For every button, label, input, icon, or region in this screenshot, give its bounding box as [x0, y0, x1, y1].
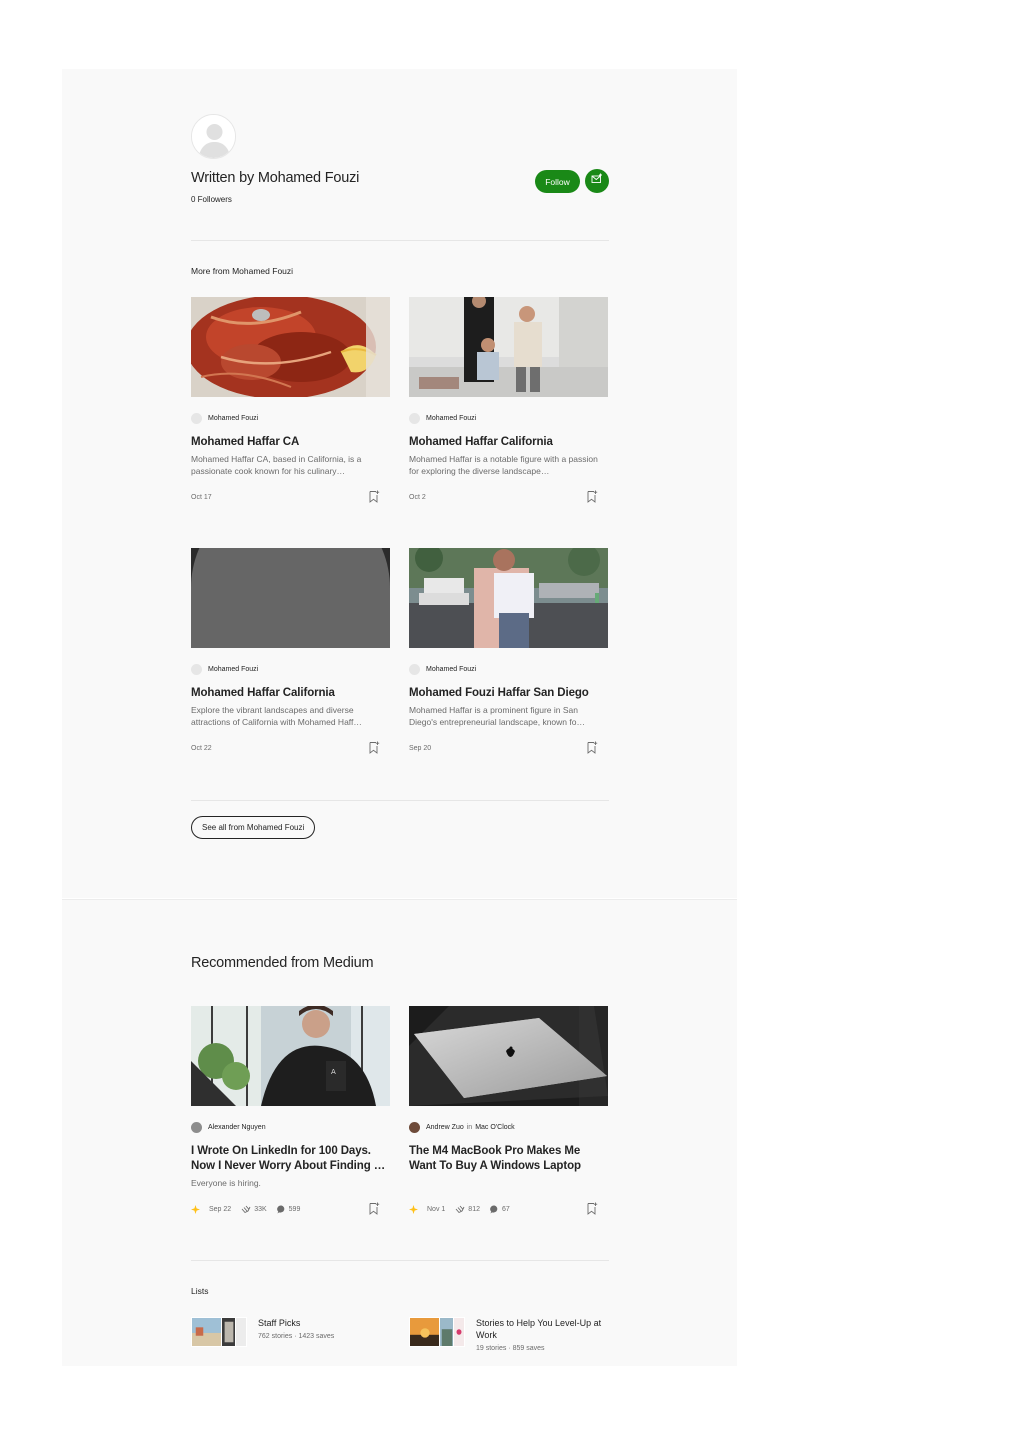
- follow-button[interactable]: Follow: [535, 170, 580, 193]
- recommended-section: Recommended from Medium A Alexander Nguy…: [62, 899, 737, 1366]
- member-star-icon: [191, 1204, 200, 1214]
- clap-icon: [455, 1205, 468, 1214]
- member-star-icon: [409, 1204, 418, 1214]
- story-thumbnail[interactable]: [409, 548, 608, 648]
- avatar[interactable]: [409, 412, 420, 424]
- list-stories-count: 762 stories: [258, 1333, 293, 1340]
- story-subtitle[interactable]: Mohamed Haffar is a notable figure with …: [409, 453, 608, 477]
- story-thumbnail[interactable]: [191, 548, 390, 648]
- story-subtitle[interactable]: Mohamed Haffar is a prominent figure in …: [409, 704, 608, 728]
- response-icon: [490, 1204, 502, 1214]
- list-title[interactable]: Stories to Help You Level-Up at Work: [476, 1317, 606, 1341]
- story-card[interactable]: Andrew Zuo in Mac O'Clock The M4 MacBook…: [409, 1006, 608, 1215]
- avatar[interactable]: [409, 663, 420, 675]
- clap-icon: [241, 1205, 254, 1214]
- recommended-heading: Recommended from Medium: [191, 955, 374, 971]
- story-thumbnail[interactable]: [191, 297, 390, 397]
- bookmark-icon[interactable]: [586, 741, 598, 754]
- story-title[interactable]: Mohamed Fouzi Haffar San Diego: [409, 686, 608, 701]
- story-date: Sep 22: [209, 1205, 232, 1213]
- author-avatar[interactable]: [191, 114, 236, 159]
- list-saves-count: 1423 saves: [298, 1333, 335, 1340]
- bookmark-icon[interactable]: [586, 1202, 598, 1215]
- story-card[interactable]: Mohamed Fouzi Mohamed Haffar CA Mohamed …: [191, 297, 390, 503]
- see-all-button[interactable]: See all from Mohamed Fouzi: [191, 816, 316, 839]
- author-followers-count[interactable]: 0 Followers: [191, 195, 232, 204]
- story-thumbnail[interactable]: A: [191, 1006, 390, 1106]
- story-title[interactable]: Mohamed Haffar CA: [191, 435, 390, 450]
- avatar[interactable]: [191, 412, 202, 424]
- story-subtitle[interactable]: Everyone is hiring.: [191, 1177, 390, 1189]
- list-saves-count: 859 saves: [512, 1345, 545, 1352]
- story-date: Oct 17: [191, 493, 212, 501]
- bookmark-icon[interactable]: [368, 741, 380, 754]
- claps-count[interactable]: 812: [455, 1205, 480, 1214]
- story-subtitle[interactable]: [409, 1177, 608, 1189]
- list-stories-count: 19 stories: [476, 1345, 507, 1352]
- author-written-by[interactable]: Written by Mohamed Fouzi: [191, 170, 359, 186]
- avatar[interactable]: [191, 663, 202, 675]
- story-author[interactable]: Alexander Nguyen: [208, 1124, 266, 1131]
- avatar[interactable]: [409, 1121, 420, 1133]
- story-author[interactable]: Mohamed Fouzi: [208, 415, 258, 422]
- subscribe-mail-icon: [591, 172, 603, 190]
- story-author[interactable]: Mohamed Fouzi: [208, 666, 258, 673]
- author-section: Written by Mohamed Fouzi 0 Followers Fol…: [62, 69, 737, 898]
- story-title[interactable]: Mohamed Haffar California: [191, 686, 390, 701]
- list-thumbnails[interactable]: [191, 1317, 247, 1347]
- claps-value: 812: [468, 1205, 480, 1213]
- list-thumbnails[interactable]: [409, 1317, 465, 1347]
- story-card[interactable]: Mohamed Fouzi Mohamed Fouzi Haffar San D…: [409, 548, 608, 754]
- claps-count[interactable]: 33K: [241, 1205, 267, 1214]
- story-author[interactable]: Andrew Zuo: [426, 1124, 464, 1131]
- story-card[interactable]: A Alexander Nguyen I Wrote On LinkedIn f…: [191, 1006, 390, 1215]
- responses-value: 67: [501, 1205, 510, 1213]
- story-date: Nov 1: [427, 1205, 446, 1213]
- in-label: in: [466, 1123, 473, 1131]
- list-title[interactable]: Staff Picks: [258, 1317, 334, 1329]
- section-divider: [191, 1260, 609, 1261]
- section-divider: [191, 240, 609, 241]
- list-item[interactable]: Staff Picks 762 stories · 1423 saves: [191, 1317, 334, 1347]
- section-divider: [191, 800, 609, 801]
- story-date: Oct 2: [409, 493, 426, 501]
- story-date: Sep 20: [409, 744, 432, 752]
- bookmark-icon[interactable]: [368, 1202, 380, 1215]
- story-date: Oct 22: [191, 744, 212, 752]
- bookmark-icon[interactable]: [368, 490, 380, 503]
- story-publication[interactable]: Mac O'Clock: [475, 1124, 514, 1131]
- story-title[interactable]: The M4 MacBook Pro Makes Me Want To Buy …: [409, 1144, 608, 1174]
- story-thumbnail[interactable]: [409, 1006, 608, 1106]
- svg-text:A: A: [331, 1068, 336, 1076]
- responses-count[interactable]: 599: [276, 1204, 301, 1214]
- story-subtitle[interactable]: Mohamed Haffar CA, based in California, …: [191, 453, 390, 477]
- more-from-heading: More from Mohamed Fouzi: [191, 266, 294, 276]
- responses-value: 599: [288, 1205, 301, 1213]
- claps-value: 33K: [254, 1205, 267, 1213]
- story-title[interactable]: Mohamed Haffar California: [409, 435, 608, 450]
- subscribe-button[interactable]: [585, 169, 609, 193]
- story-subtitle[interactable]: Explore the vibrant landscapes and diver…: [191, 704, 390, 728]
- responses-count[interactable]: 67: [490, 1204, 510, 1214]
- response-icon: [276, 1204, 289, 1214]
- list-item[interactable]: Stories to Help You Level-Up at Work 19 …: [409, 1317, 606, 1352]
- story-card[interactable]: Mohamed Fouzi Mohamed Haffar California …: [409, 297, 608, 503]
- story-author[interactable]: Mohamed Fouzi: [426, 666, 476, 673]
- avatar[interactable]: [191, 1121, 202, 1133]
- story-thumbnail[interactable]: [409, 297, 608, 397]
- story-title[interactable]: I Wrote On LinkedIn for 100 Days. Now I …: [191, 1144, 390, 1174]
- story-author[interactable]: Mohamed Fouzi: [426, 415, 476, 422]
- lists-heading: Lists: [191, 1286, 209, 1296]
- story-card[interactable]: Mohamed Fouzi Mohamed Haffar California …: [191, 548, 390, 754]
- bookmark-icon[interactable]: [586, 490, 598, 503]
